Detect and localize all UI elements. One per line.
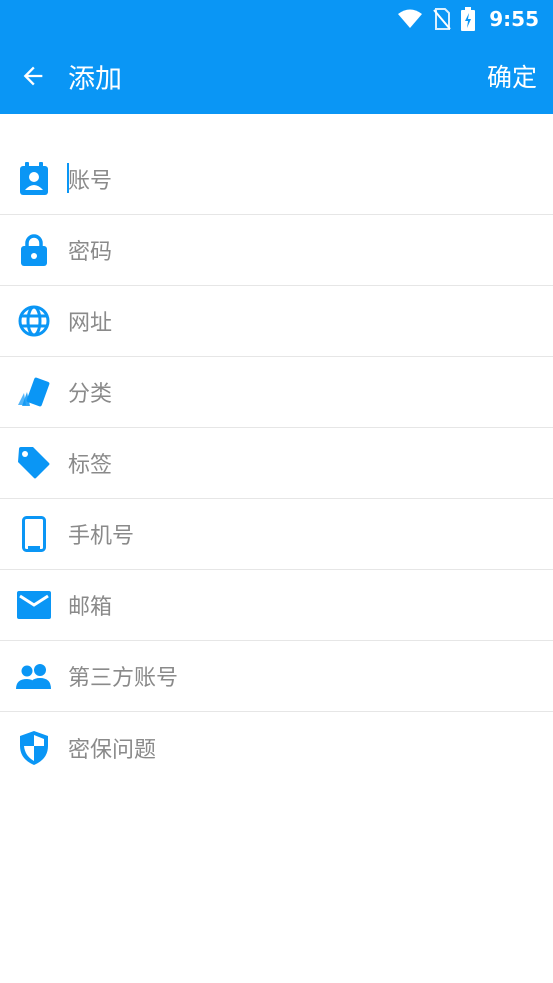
security-question-field[interactable]: 密保问题 — [0, 712, 553, 783]
category-field[interactable]: 分类 — [0, 357, 553, 428]
tag-icon — [0, 428, 68, 499]
url-field-label: 网址 — [68, 311, 113, 336]
status-bar: 9:55 — [0, 0, 553, 38]
email-field-label: 邮箱 — [68, 595, 113, 620]
status-time: 9:55 — [489, 7, 539, 31]
text-cursor — [67, 163, 69, 193]
password-field[interactable]: 密码 — [0, 215, 553, 286]
lock-icon — [0, 215, 68, 286]
back-button[interactable] — [0, 38, 66, 114]
url-field[interactable]: 网址 — [0, 286, 553, 357]
password-field-label: 密码 — [68, 240, 113, 265]
no-sim-icon — [433, 8, 452, 30]
security-question-field-label: 密保问题 — [68, 737, 157, 763]
third-party-account-field[interactable]: 第三方账号 — [0, 641, 553, 712]
account-icon — [0, 144, 68, 215]
phone-field-label: 手机号 — [68, 524, 135, 549]
confirm-button[interactable]: 确定 — [487, 38, 537, 114]
account-field[interactable]: 账号 — [0, 144, 553, 215]
account-field-label: 账号 — [67, 163, 112, 195]
category-icon — [0, 357, 68, 428]
category-field-label: 分类 — [68, 382, 113, 407]
globe-icon — [0, 286, 68, 357]
third-party-account-field-label: 第三方账号 — [68, 666, 179, 691]
arrow-back-icon — [23, 66, 43, 86]
mail-icon — [0, 570, 68, 641]
page-title: 添加 — [68, 63, 122, 95]
email-field[interactable]: 邮箱 — [0, 570, 553, 641]
tag-field[interactable]: 标签 — [0, 428, 553, 499]
phone-icon — [0, 499, 68, 570]
screen: 9:55 添加 确定 账号 密码 网址 分类 标签 手机号 邮箱 第三方账号 密… — [0, 0, 553, 983]
tag-field-label: 标签 — [68, 453, 113, 478]
battery-charging-icon — [461, 7, 476, 31]
phone-field[interactable]: 手机号 — [0, 499, 553, 570]
wifi-icon — [398, 9, 423, 28]
app-bar: 添加 确定 — [0, 38, 553, 114]
shield-icon — [0, 712, 68, 783]
people-icon — [0, 641, 68, 712]
add-form: 账号 密码 网址 分类 标签 手机号 邮箱 第三方账号 密保问题 — [0, 144, 553, 783]
